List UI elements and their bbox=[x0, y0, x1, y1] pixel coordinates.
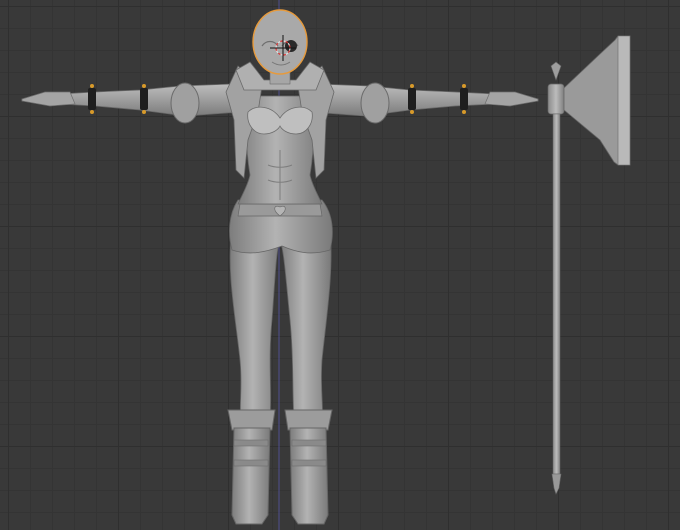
left-boot bbox=[227, 409, 276, 525]
right-hand bbox=[484, 91, 539, 107]
halberd-blade-edge bbox=[617, 35, 631, 166]
halberd-collar bbox=[547, 83, 565, 115]
left-sleeve-cuff bbox=[170, 82, 200, 124]
halberd-butt bbox=[551, 473, 562, 495]
halberd-spike bbox=[550, 61, 562, 81]
halberd-shaft bbox=[552, 113, 561, 475]
left-leg bbox=[229, 229, 281, 421]
character-mesh[interactable] bbox=[21, 9, 539, 525]
halberd-mesh[interactable] bbox=[547, 35, 631, 495]
right-sleeve-cuff bbox=[360, 82, 390, 124]
left-hand bbox=[21, 91, 76, 107]
scene-svg bbox=[21, 0, 631, 530]
3d-viewport[interactable] bbox=[0, 0, 680, 530]
right-leg bbox=[279, 229, 332, 421]
right-boot bbox=[284, 409, 333, 525]
